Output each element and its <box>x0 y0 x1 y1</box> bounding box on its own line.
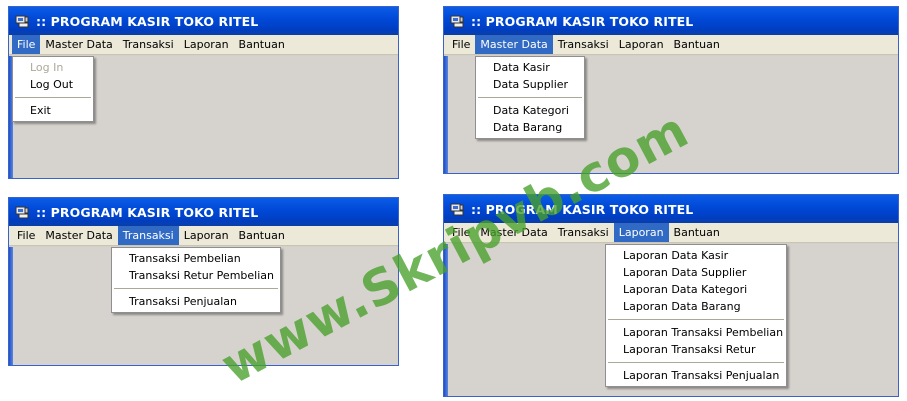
menu-bantuan[interactable]: Bantuan <box>234 226 290 245</box>
menu-separator <box>478 97 582 98</box>
menu-item-laporan-data-kategori[interactable]: Laporan Data Kategori <box>606 281 786 298</box>
menu-master-data[interactable]: Master Data <box>475 223 552 242</box>
menu-transaksi[interactable]: Transaksi <box>117 226 179 245</box>
menu-laporan[interactable]: Laporan <box>614 35 669 54</box>
dropdown-file: Log In Log Out Exit <box>12 56 94 122</box>
menu-bantuan[interactable]: Bantuan <box>669 223 725 242</box>
menu-file[interactable]: File <box>447 35 475 54</box>
menu-item-data-supplier[interactable]: Data Supplier <box>476 76 584 93</box>
menu-item-laporan-data-kasir[interactable]: Laporan Data Kasir <box>606 247 786 264</box>
title-bar[interactable]: :: PROGRAM KASIR TOKO RITEL <box>444 7 898 35</box>
menu-item-transaksi-penjualan[interactable]: Transaksi Penjualan <box>112 293 280 310</box>
menu-bar: File Master Data Transaksi Laporan Bantu… <box>444 223 898 243</box>
title-bar[interactable]: :: PROGRAM KASIR TOKO RITEL <box>9 7 398 35</box>
menu-separator <box>15 97 91 98</box>
title-bar[interactable]: :: PROGRAM KASIR TOKO RITEL <box>444 195 898 223</box>
menu-master-data[interactable]: Master Data <box>40 226 117 245</box>
menu-file[interactable]: File <box>447 223 475 242</box>
menu-separator <box>608 362 784 363</box>
dropdown-master-data: Data Kasir Data Supplier Data Kategori D… <box>475 56 585 139</box>
menu-item-log-in: Log In <box>30 61 64 74</box>
menu-bar: File Master Data Transaksi Laporan Bantu… <box>9 35 398 55</box>
menu-bar: File Master Data Transaksi Laporan Bantu… <box>9 226 398 246</box>
menu-transaksi[interactable]: Transaksi <box>553 223 614 242</box>
menu-master-data[interactable]: Master Data <box>475 35 553 54</box>
window-laporan-menu: :: PROGRAM KASIR TOKO RITEL File Master … <box>443 194 899 397</box>
menu-item-transaksi-retur-pembelian[interactable]: Transaksi Retur Pembelian <box>112 267 280 284</box>
window-title: :: PROGRAM KASIR TOKO RITEL <box>36 13 259 29</box>
menu-transaksi[interactable]: Transaksi <box>118 35 179 54</box>
menu-bar: File Master Data Transaksi Laporan Bantu… <box>444 35 898 55</box>
app-icon <box>15 206 29 219</box>
app-icon <box>15 15 29 28</box>
menu-separator <box>114 288 278 289</box>
menu-item-exit[interactable]: Exit <box>13 102 93 119</box>
dropdown-laporan: Laporan Data Kasir Laporan Data Supplier… <box>605 244 787 387</box>
window-title: :: PROGRAM KASIR TOKO RITEL <box>36 204 259 220</box>
menu-bantuan[interactable]: Bantuan <box>669 35 725 54</box>
menu-bantuan[interactable]: Bantuan <box>234 35 290 54</box>
menu-item-transaksi-pembelian[interactable]: Transaksi Pembelian <box>112 250 280 267</box>
dropdown-transaksi: Transaksi Pembelian Transaksi Retur Pemb… <box>111 247 281 313</box>
window-transaksi-menu: :: PROGRAM KASIR TOKO RITEL File Master … <box>8 197 399 366</box>
menu-item-laporan-data-barang[interactable]: Laporan Data Barang <box>606 298 786 315</box>
menu-master-data[interactable]: Master Data <box>40 35 117 54</box>
window-file-menu: :: PROGRAM KASIR TOKO RITEL File Master … <box>8 6 399 179</box>
app-icon <box>450 15 464 28</box>
menu-laporan[interactable]: Laporan <box>179 35 234 54</box>
menu-item-laporan-transaksi-retur[interactable]: Laporan Transaksi Retur <box>606 341 786 358</box>
menu-laporan[interactable]: Laporan <box>613 223 669 242</box>
menu-transaksi[interactable]: Transaksi <box>553 35 614 54</box>
app-icon <box>450 203 464 216</box>
menu-laporan[interactable]: Laporan <box>179 226 234 245</box>
title-bar[interactable]: :: PROGRAM KASIR TOKO RITEL <box>9 198 398 226</box>
menu-file[interactable]: File <box>12 226 40 245</box>
menu-item-laporan-transaksi-penjualan[interactable]: Laporan Transaksi Penjualan <box>606 367 786 384</box>
menu-item-data-kategori[interactable]: Data Kategori <box>476 102 584 119</box>
window-title: :: PROGRAM KASIR TOKO RITEL <box>471 201 694 217</box>
menu-file[interactable]: File <box>12 35 41 54</box>
menu-item-laporan-transaksi-pembelian[interactable]: Laporan Transaksi Pembelian <box>606 324 786 341</box>
window-title: :: PROGRAM KASIR TOKO RITEL <box>471 13 694 29</box>
menu-separator <box>608 319 784 320</box>
window-master-data-menu: :: PROGRAM KASIR TOKO RITEL File Master … <box>443 6 899 174</box>
menu-item-data-barang[interactable]: Data Barang <box>476 119 584 136</box>
menu-item-log-out[interactable]: Log Out <box>13 76 93 93</box>
menu-item-data-kasir[interactable]: Data Kasir <box>476 59 584 76</box>
menu-item-laporan-data-supplier[interactable]: Laporan Data Supplier <box>606 264 786 281</box>
